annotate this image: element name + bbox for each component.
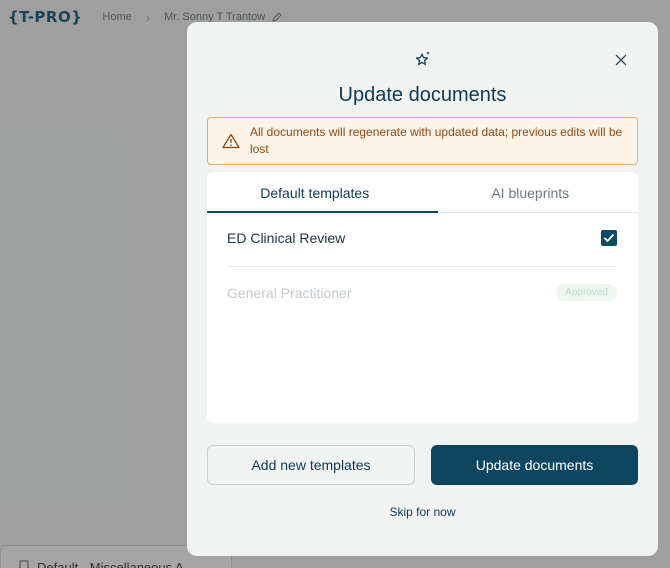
- row-divider: [227, 266, 617, 267]
- checkmark-icon: [603, 233, 615, 243]
- tab-ai-blueprints[interactable]: AI blueprints: [423, 172, 639, 212]
- warning-banner: All documents will regenerate with updat…: [207, 117, 638, 165]
- template-name: General Practitioner: [227, 284, 352, 301]
- warning-triangle-icon: [222, 133, 240, 149]
- close-button[interactable]: [612, 51, 630, 69]
- skip-for-now-link[interactable]: Skip for now: [187, 505, 658, 519]
- warning-text: All documents will regenerate with updat…: [250, 125, 623, 156]
- template-row-general-practitioner: General Practitioner Approved: [227, 284, 617, 301]
- templates-card: Default templates AI blueprints ED Clini…: [207, 172, 638, 423]
- modal-title: Update documents: [338, 84, 507, 106]
- sparkle-star-icon: [415, 51, 430, 66]
- update-documents-button[interactable]: Update documents: [431, 445, 638, 485]
- close-icon: [615, 54, 627, 66]
- tab-default-templates[interactable]: Default templates: [207, 172, 423, 212]
- template-name: ED Clinical Review: [227, 230, 346, 246]
- add-new-templates-button[interactable]: Add new templates: [207, 445, 415, 485]
- update-documents-modal: Update documents All documents will rege…: [187, 22, 658, 556]
- template-checkbox[interactable]: [601, 230, 617, 246]
- active-tab-indicator: [207, 211, 438, 213]
- template-row-ed-clinical-review[interactable]: ED Clinical Review: [227, 230, 617, 246]
- approved-badge: Approved: [556, 284, 617, 301]
- template-tabs: Default templates AI blueprints: [207, 172, 638, 213]
